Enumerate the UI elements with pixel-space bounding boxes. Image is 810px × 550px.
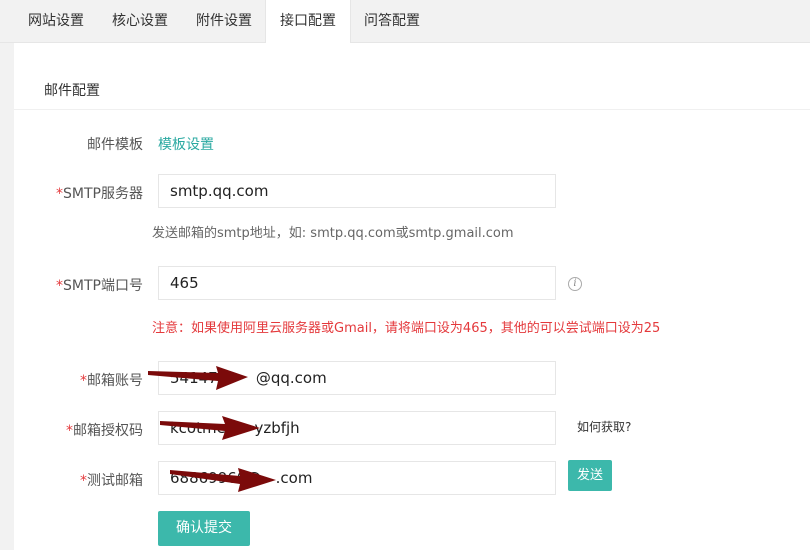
tab-interface-config[interactable]: 接口配置 bbox=[265, 0, 351, 43]
auth-code-input[interactable] bbox=[158, 411, 556, 445]
test-email-input[interactable] bbox=[158, 461, 556, 495]
tab-qa-config[interactable]: 问答配置 bbox=[350, 0, 434, 42]
send-button[interactable]: 发送 bbox=[568, 460, 612, 491]
submit-button[interactable]: 确认提交 bbox=[158, 511, 250, 546]
required-mark: * bbox=[66, 423, 73, 439]
auth-code-label: *邮箱授权码 bbox=[66, 420, 143, 440]
required-mark: * bbox=[56, 278, 64, 294]
template-label: 邮件模板 bbox=[87, 137, 143, 153]
email-account-input[interactable] bbox=[158, 361, 556, 395]
smtp-port-label-text: SMTP端口号 bbox=[63, 278, 143, 294]
smtp-server-label: *SMTP服务器 bbox=[56, 183, 143, 203]
template-settings-link[interactable]: 模板设置 bbox=[158, 134, 214, 154]
tab-attachment-settings[interactable]: 附件设置 bbox=[182, 0, 266, 42]
smtp-server-help: 发送邮箱的smtp地址，如: smtp.qq.com或smtp.gmail.co… bbox=[152, 226, 514, 241]
email-account-label-text: 邮箱账号 bbox=[87, 373, 143, 389]
smtp-port-label: *SMTP端口号 bbox=[56, 275, 143, 295]
auth-code-label-text: 邮箱授权码 bbox=[73, 423, 143, 439]
tab-site-settings[interactable]: 网站设置 bbox=[14, 0, 98, 42]
test-email-label-text: 测试邮箱 bbox=[87, 473, 143, 489]
section-title: 邮件配置 bbox=[44, 83, 100, 99]
smtp-port-warning: 注意：如果使用阿里云服务器或Gmail，请将端口设为465，其他的可以尝试端口设… bbox=[152, 321, 661, 336]
smtp-server-input[interactable] bbox=[158, 174, 556, 208]
smtp-server-label-text: SMTP服务器 bbox=[63, 186, 143, 202]
smtp-port-input[interactable] bbox=[158, 266, 556, 300]
how-to-get-link[interactable]: 如何获取? bbox=[577, 418, 631, 435]
card-header bbox=[14, 66, 810, 110]
required-mark: * bbox=[80, 373, 87, 389]
tab-core-settings[interactable]: 核心设置 bbox=[98, 0, 182, 42]
info-icon[interactable]: i bbox=[568, 277, 582, 291]
required-mark: * bbox=[56, 186, 64, 202]
email-account-label: *邮箱账号 bbox=[80, 370, 143, 390]
required-mark: * bbox=[80, 473, 87, 489]
test-email-label: *测试邮箱 bbox=[80, 470, 143, 490]
tab-bar: 网站设置 核心设置 附件设置 接口配置 问答配置 bbox=[0, 0, 810, 43]
